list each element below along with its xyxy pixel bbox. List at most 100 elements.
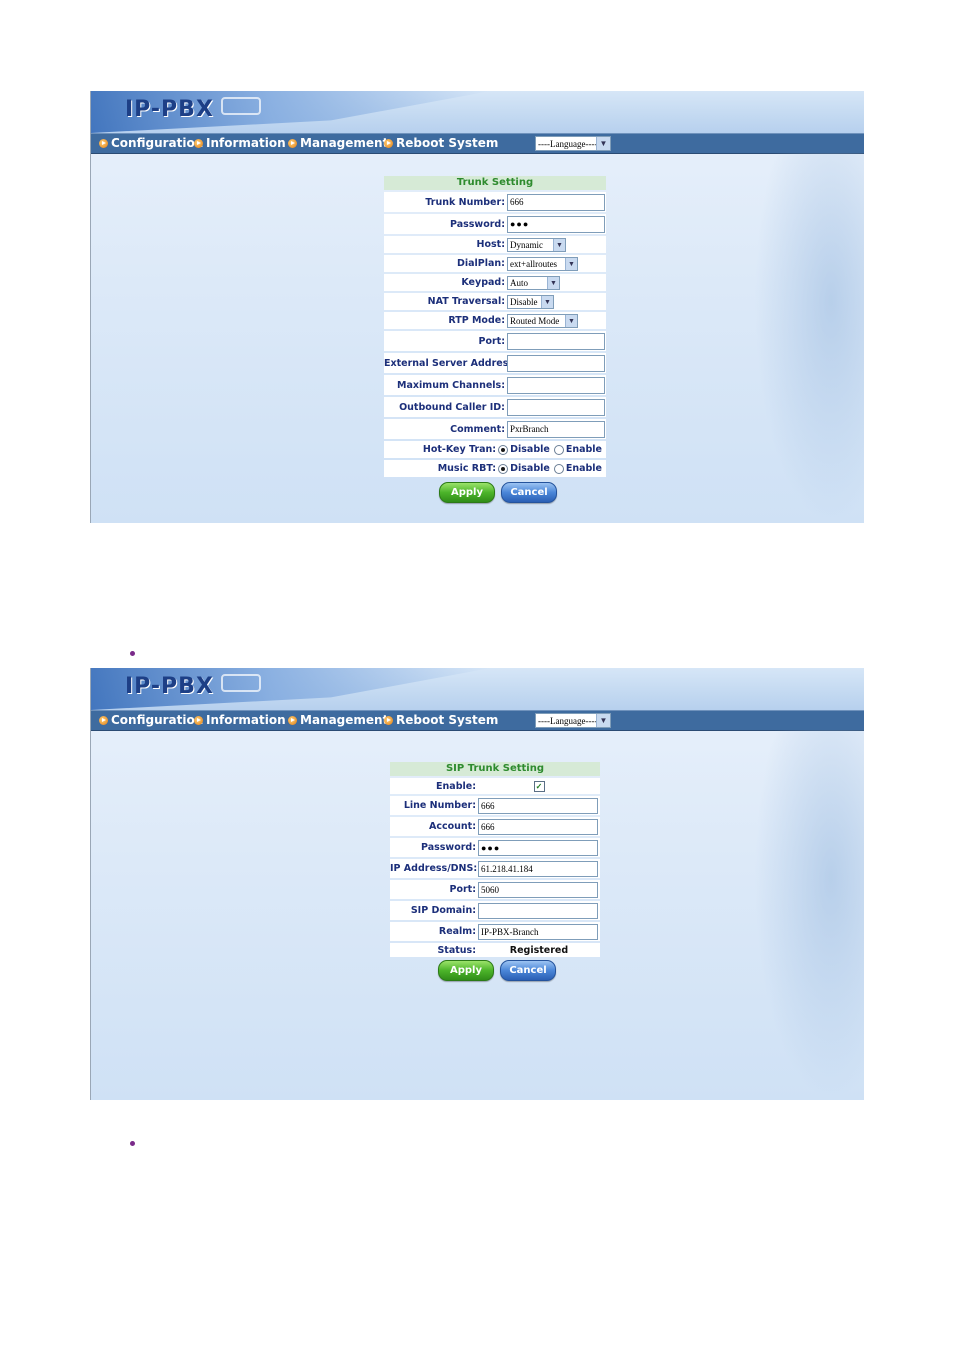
nav-reboot-system[interactable]: Reboot System xyxy=(384,713,498,727)
line-number-label: Line Number: xyxy=(403,800,476,811)
nat-traversal-select[interactable]: Disable ▼ xyxy=(507,294,554,309)
chevron-down-icon: ▼ xyxy=(596,137,610,150)
realm-label: Realm: xyxy=(438,926,476,937)
nav-bullet-icon xyxy=(288,138,297,148)
nav-configuration[interactable]: Configuration xyxy=(99,713,203,727)
nav-label: Management xyxy=(300,136,389,150)
app-logo: IP-PBX xyxy=(125,97,214,122)
nav-label: Management xyxy=(300,713,389,727)
nav-bar: Configuration Information Management Reb… xyxy=(91,133,864,154)
port-input[interactable]: 5060 xyxy=(478,881,598,898)
password-label: Password: xyxy=(449,218,505,230)
sip-trunk-setting-form: SIP Trunk Setting Enable: ✓ Line Number:… xyxy=(390,762,600,957)
comment-row: Comment: PxrBranch xyxy=(384,419,606,439)
trunk-number-row: Trunk Number: 666 xyxy=(384,192,606,212)
rtp-mode-select[interactable]: Routed Mode ▼ xyxy=(507,313,578,328)
dialplan-select[interactable]: ext+allroutes ▼ xyxy=(507,256,578,271)
nav-bar: Configuration Information Management Reb… xyxy=(91,710,864,731)
hotkey-enable-radio[interactable] xyxy=(553,444,564,455)
form-title: Trunk Setting xyxy=(384,176,606,190)
nav-bullet-icon xyxy=(384,715,393,725)
host-select[interactable]: Dynamic ▼ xyxy=(507,237,566,252)
nav-label: Configuration xyxy=(111,136,204,150)
max-channels-label: Maximum Channels: xyxy=(397,379,505,391)
language-select[interactable]: ----Language---- ▼ xyxy=(535,136,611,151)
port-label: Port: xyxy=(478,335,505,347)
password-row: Password: ●●● xyxy=(384,214,606,234)
keypad-select[interactable]: Auto ▼ xyxy=(507,275,560,290)
comment-input[interactable]: PxrBranch xyxy=(507,420,605,438)
enable-label: Enable: xyxy=(436,780,476,792)
password-label: Password: xyxy=(420,842,476,853)
nav-configuration[interactable]: Configuration xyxy=(99,136,203,150)
music-rbt-label: Music RBT: xyxy=(437,463,497,474)
external-server-row: External Server Address: xyxy=(384,353,606,373)
realm-input[interactable]: IP-PBX-Branch xyxy=(478,923,598,940)
logo-decoration xyxy=(221,97,261,115)
account-input[interactable]: 666 xyxy=(478,818,598,835)
music-rbt-disable-radio[interactable] xyxy=(498,463,509,474)
trunk-number-input[interactable]: 666 xyxy=(507,193,605,211)
outbound-caller-id-label: Outbound Caller ID: xyxy=(399,401,505,413)
account-label: Account: xyxy=(428,821,476,832)
nav-bullet-icon xyxy=(99,715,108,725)
form-buttons: Apply Cancel xyxy=(439,482,557,503)
apply-button[interactable]: Apply xyxy=(439,482,495,503)
line-number-input[interactable]: 666 xyxy=(478,797,598,814)
rtp-mode-row: RTP Mode: Routed Mode ▼ xyxy=(384,312,606,329)
port-row: Port: xyxy=(384,331,606,351)
external-server-label: External Server Address: xyxy=(384,357,518,369)
max-channels-row: Maximum Channels: xyxy=(384,375,606,395)
chevron-down-icon: ▼ xyxy=(565,257,577,270)
nav-management[interactable]: Management xyxy=(288,136,388,150)
nav-information[interactable]: Information xyxy=(194,136,286,150)
nav-information[interactable]: Information xyxy=(194,713,286,727)
line-number-row: Line Number: 666 xyxy=(390,796,600,815)
header-banner: IP-PBX xyxy=(91,668,864,710)
ip-address-input[interactable]: 61.218.41.184 xyxy=(478,860,598,877)
background-decoration xyxy=(754,153,864,523)
nav-bullet-icon xyxy=(99,138,108,148)
cancel-button[interactable]: Cancel xyxy=(501,482,557,503)
external-server-input[interactable] xyxy=(507,354,605,372)
ip-address-row: IP Address/DNS: 61.218.41.184 xyxy=(390,859,600,878)
form-title: SIP Trunk Setting xyxy=(390,762,600,776)
music-rbt-enable-radio[interactable] xyxy=(553,463,564,474)
outbound-caller-id-input[interactable] xyxy=(507,398,605,416)
chevron-down-icon: ▼ xyxy=(553,238,565,251)
keypad-label: Keypad: xyxy=(461,277,505,288)
password-input[interactable]: ●●● xyxy=(507,215,605,233)
port-input[interactable] xyxy=(507,332,605,350)
nav-label: Information xyxy=(206,713,286,727)
host-label: Host: xyxy=(476,239,505,250)
checkmark-icon: ✓ xyxy=(535,781,543,791)
background-decoration xyxy=(754,730,864,1100)
nav-label: Information xyxy=(206,136,286,150)
music-rbt-row: Music RBT: Disable Enable xyxy=(384,460,606,477)
chevron-down-icon: ▼ xyxy=(596,714,610,727)
hotkey-disable-radio[interactable] xyxy=(498,444,509,455)
nav-management[interactable]: Management xyxy=(288,713,388,727)
sip-domain-input[interactable] xyxy=(478,902,598,919)
rtp-mode-label: RTP Mode: xyxy=(448,315,505,326)
max-channels-input[interactable] xyxy=(507,376,605,394)
enable-checkbox[interactable]: ✓ xyxy=(533,780,545,792)
language-select[interactable]: ----Language---- ▼ xyxy=(535,713,611,728)
nav-reboot-system[interactable]: Reboot System xyxy=(384,136,498,150)
outbound-caller-id-row: Outbound Caller ID: xyxy=(384,397,606,417)
trunk-setting-form: Trunk Setting Trunk Number: 666 Password… xyxy=(384,176,606,477)
language-value: ----Language---- xyxy=(538,716,598,726)
music-rbt-enable-label: Enable xyxy=(565,463,602,474)
cancel-button[interactable]: Cancel xyxy=(500,960,556,981)
port-label: Port: xyxy=(449,884,476,895)
trunk-setting-screenshot: IP-PBX Configuration Information Managem… xyxy=(90,91,864,523)
hotkey-tran-row: Hot-Key Tran: Disable Enable xyxy=(384,441,606,458)
dialplan-row: DialPlan: ext+allroutes ▼ xyxy=(384,255,606,272)
sip-domain-row: SIP Domain: xyxy=(390,901,600,920)
hotkey-enable-label: Enable xyxy=(565,444,602,455)
nav-bullet-icon xyxy=(194,715,203,725)
apply-button[interactable]: Apply xyxy=(438,960,494,981)
status-value: Registered xyxy=(509,944,569,956)
password-input[interactable]: ●●● xyxy=(478,839,598,856)
comment-label: Comment: xyxy=(450,423,505,435)
